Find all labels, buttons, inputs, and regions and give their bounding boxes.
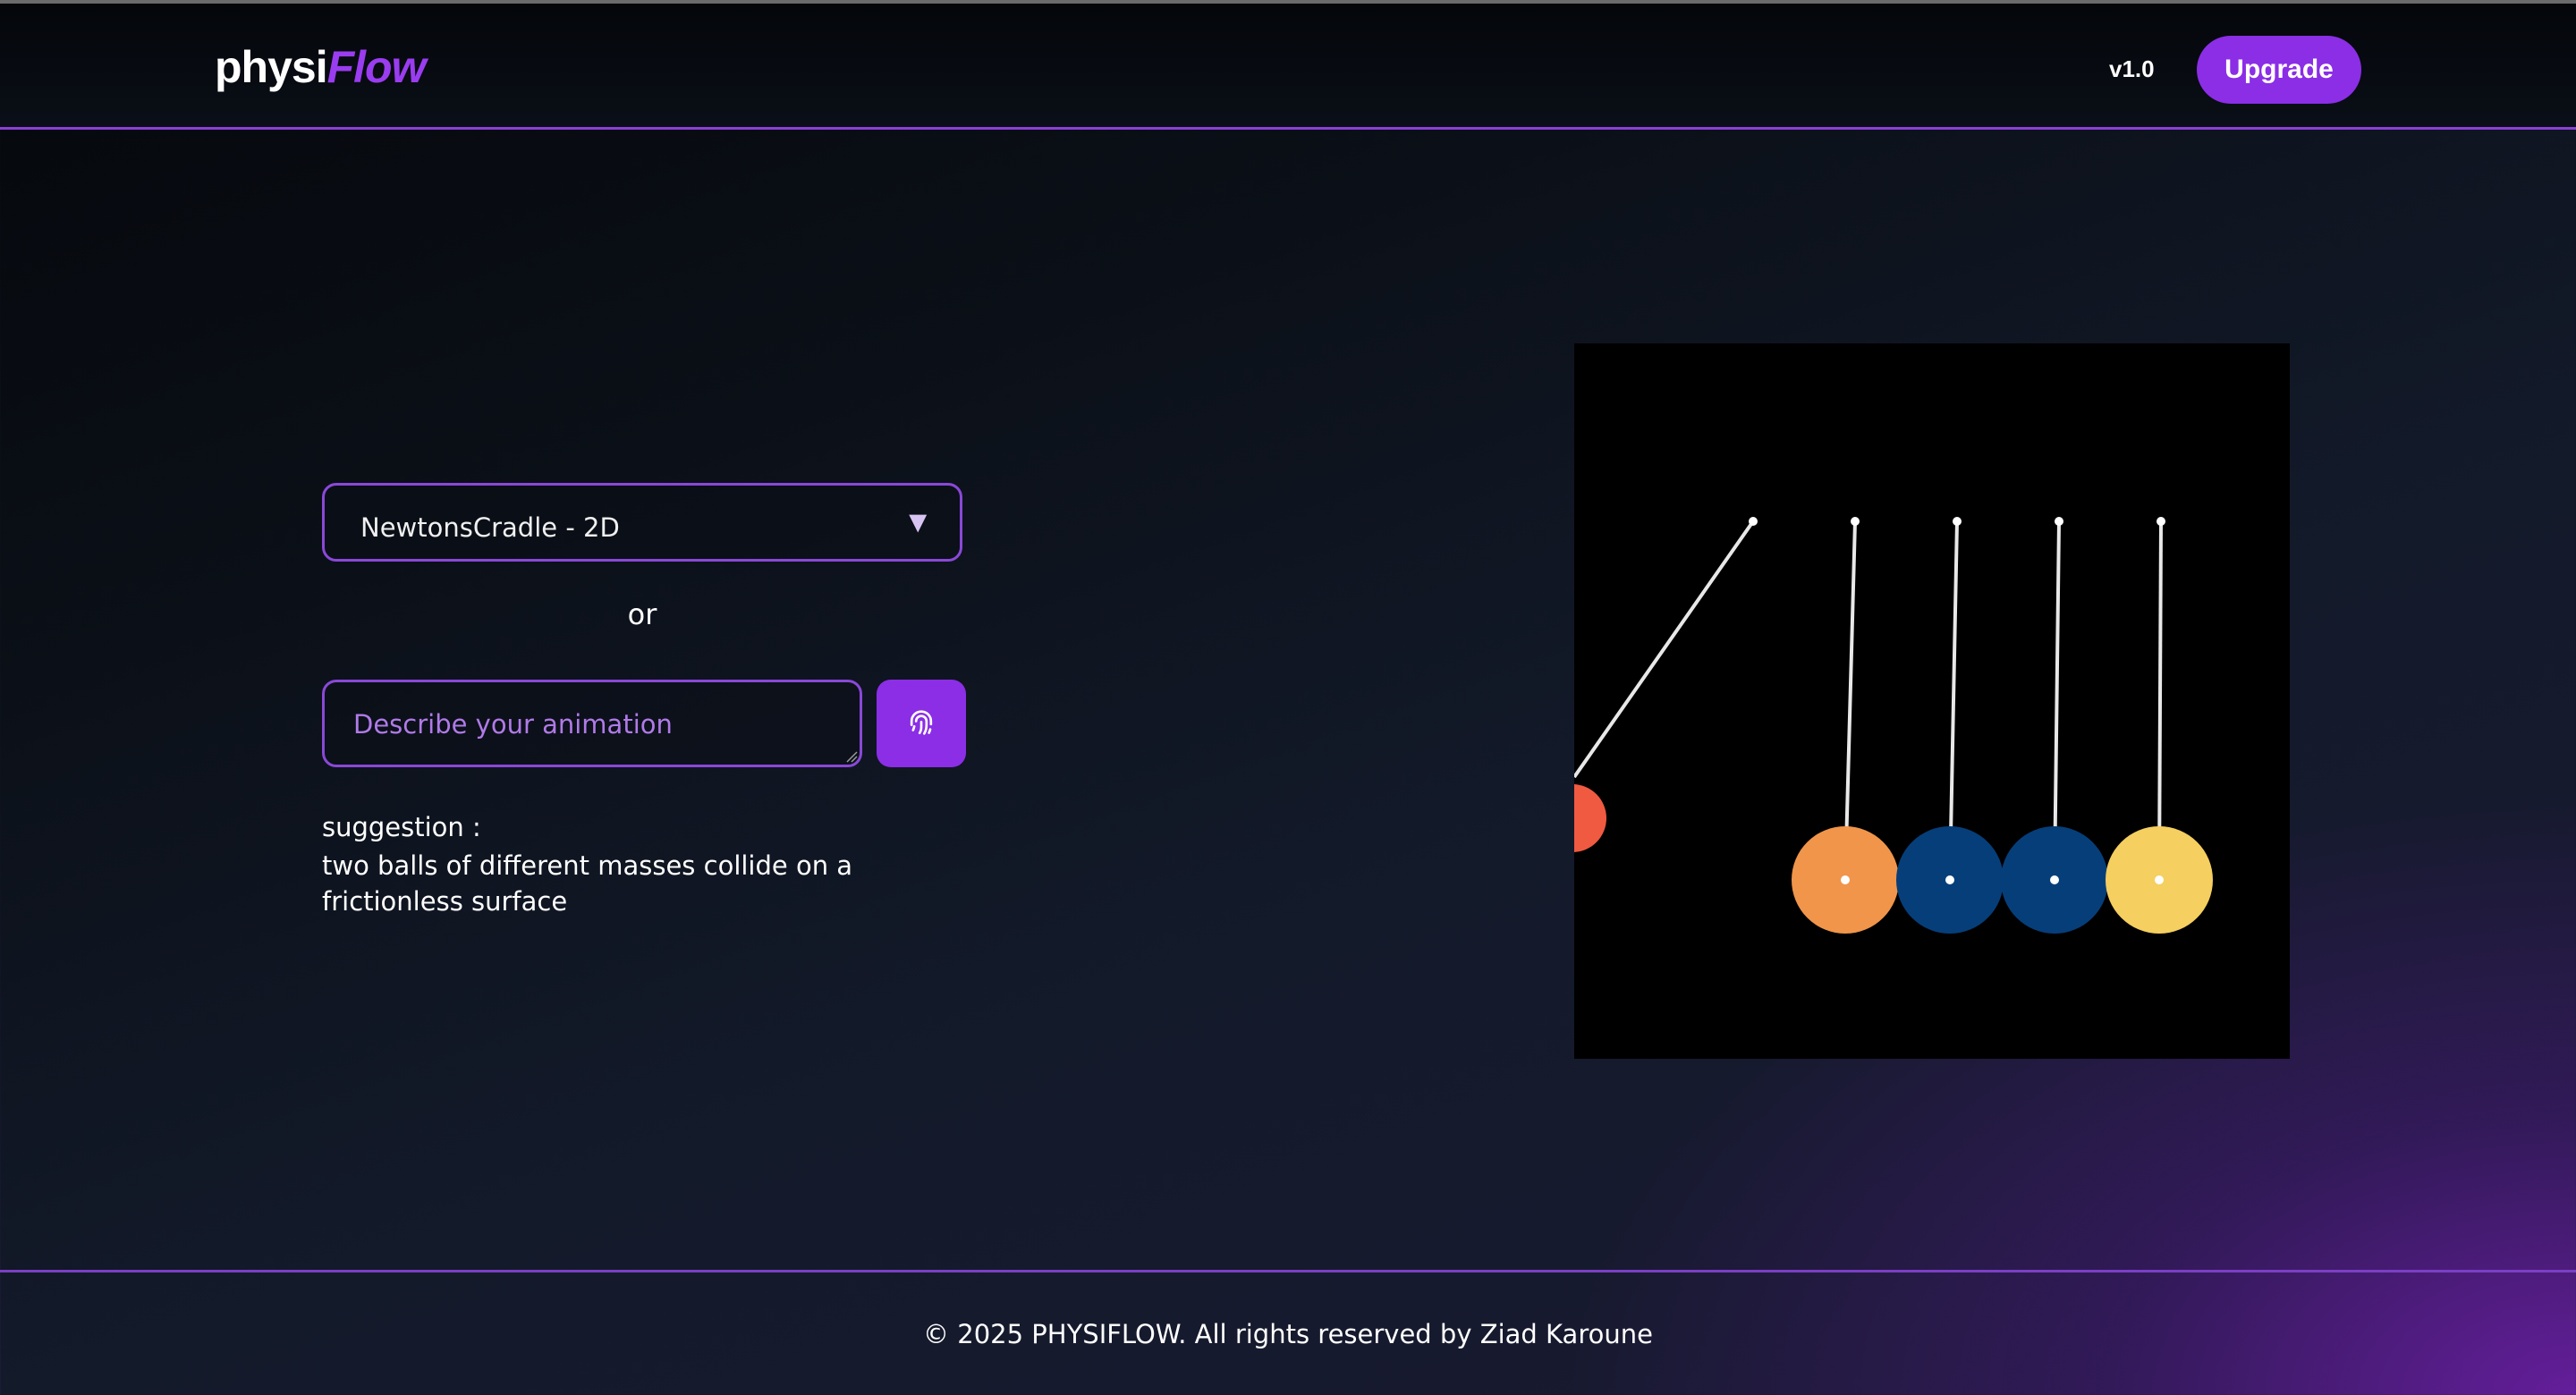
- copyright-prefix: © 2025 PHYSIFLOW. All rights reserved by: [923, 1319, 1480, 1349]
- animation-description-placeholder: Describe your animation: [353, 709, 673, 740]
- simulation-canvas[interactable]: [1574, 343, 2290, 1059]
- suggestion-text[interactable]: two balls of different masses collide on…: [322, 848, 1002, 919]
- logo-text-flow: Flow: [326, 42, 427, 92]
- or-divider-label: or: [627, 597, 657, 631]
- animation-select[interactable]: NewtonsCradle - 2D ▼: [322, 483, 962, 562]
- resize-handle-icon[interactable]: [845, 750, 858, 763]
- page-footer: © 2025 PHYSIFLOW. All rights reserved by…: [0, 1270, 2576, 1395]
- generate-button[interactable]: [877, 680, 966, 767]
- upgrade-button[interactable]: Upgrade: [2197, 36, 2361, 104]
- copyright-text: © 2025 PHYSIFLOW. All rights reserved by…: [0, 1319, 2576, 1349]
- ball-center-point-4: [2050, 875, 2059, 884]
- pivot-point-1: [1749, 517, 1758, 526]
- suggestion-title: suggestion :: [322, 812, 481, 842]
- fingerprint-icon: [910, 710, 933, 735]
- pivot-point-2: [1851, 517, 1860, 526]
- dropdown-arrow-icon: ▼: [902, 505, 933, 539]
- app-logo[interactable]: physiFlow: [215, 41, 427, 93]
- newtons-cradle-drawing: [1574, 517, 2213, 934]
- animation-description-input[interactable]: Describe your animation: [322, 680, 862, 767]
- animation-select-value: NewtonsCradle - 2D: [360, 512, 620, 543]
- pendulum-string-1: [1574, 520, 1755, 779]
- pivot-point-4: [2055, 517, 2063, 526]
- ball-center-point-3: [1945, 875, 1954, 884]
- pivot-point-3: [1953, 517, 1962, 526]
- ball-center-point-5: [2155, 875, 2164, 884]
- logo-text-physi: physi: [215, 42, 328, 92]
- pendulum-string-5: [2157, 520, 2163, 881]
- author-name: Ziad Karoune: [1479, 1319, 1653, 1349]
- pendulum-string-4: [2053, 520, 2061, 881]
- pivot-point-5: [2157, 517, 2165, 526]
- version-label: v1.0: [2109, 55, 2155, 82]
- pendulum-string-3: [1948, 520, 1959, 881]
- pendulum-string-2: [1843, 520, 1857, 881]
- ball-center-point-2: [1841, 875, 1850, 884]
- top-navbar: physiFlow v1.0 Upgrade: [0, 4, 2576, 130]
- pendulum-ball-1: [1574, 784, 1606, 852]
